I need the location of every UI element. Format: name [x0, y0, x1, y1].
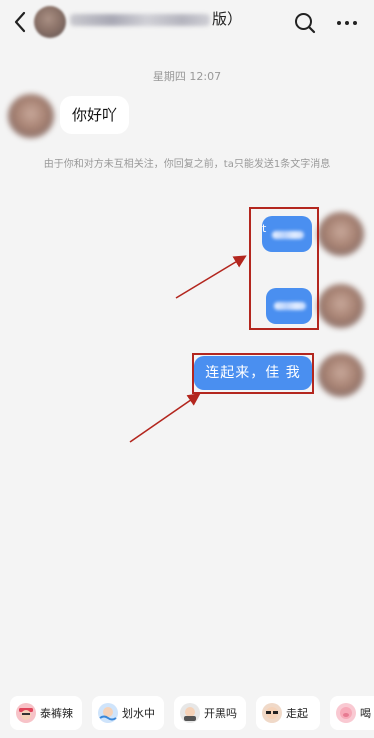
quick-reply-label: 泰裤辣 — [40, 707, 73, 720]
contact-name-redacted — [70, 14, 210, 26]
incoming-message-bubble[interactable]: 你好吖 — [60, 96, 130, 134]
more-options-icon[interactable] — [333, 10, 361, 36]
quick-reply-chip[interactable]: 开黑吗 — [174, 696, 246, 730]
back-arrow-icon[interactable] — [8, 8, 34, 36]
annotation-arrow — [129, 393, 201, 443]
quick-reply-chip[interactable]: 划水中 — [92, 696, 164, 730]
annotation-box — [192, 353, 314, 394]
quick-reply-chip[interactable]: 喝 — [330, 696, 374, 730]
emoji-game-icon — [180, 703, 200, 723]
self-avatar[interactable] — [318, 212, 364, 256]
system-notice: 由于你和对方未互相关注，你回复之前，ta只能发送1条文字消息 — [43, 159, 331, 170]
annotation-arrow — [175, 255, 247, 299]
message-timestamp: 星期四 12:07 — [152, 70, 222, 83]
quick-reply-label: 喝 — [360, 707, 371, 720]
search-icon[interactable] — [292, 10, 318, 36]
quick-reply-label: 开黑吗 — [204, 707, 237, 720]
quick-reply-label: 划水中 — [122, 707, 155, 720]
sender-avatar[interactable] — [8, 94, 54, 138]
self-avatar[interactable] — [318, 353, 364, 397]
emoji-cool-icon — [16, 703, 36, 723]
contact-avatar[interactable] — [34, 6, 66, 38]
emoji-pig-icon — [336, 703, 356, 723]
annotation-box — [249, 207, 319, 330]
self-avatar[interactable] — [318, 284, 364, 328]
quick-reply-chip[interactable]: 泰裤辣 — [10, 696, 82, 730]
quick-reply-label: 走起 — [286, 707, 308, 720]
quick-reply-chip[interactable]: 走起 — [256, 696, 320, 730]
chat-header: 版） — [0, 0, 374, 46]
quick-reply-bar: 泰裤辣 划水中 开黑吗 走起 喝 — [0, 690, 374, 738]
emoji-sunglasses-icon — [262, 703, 282, 723]
contact-name-suffix: 版） — [212, 10, 243, 28]
emoji-swim-icon — [98, 703, 118, 723]
